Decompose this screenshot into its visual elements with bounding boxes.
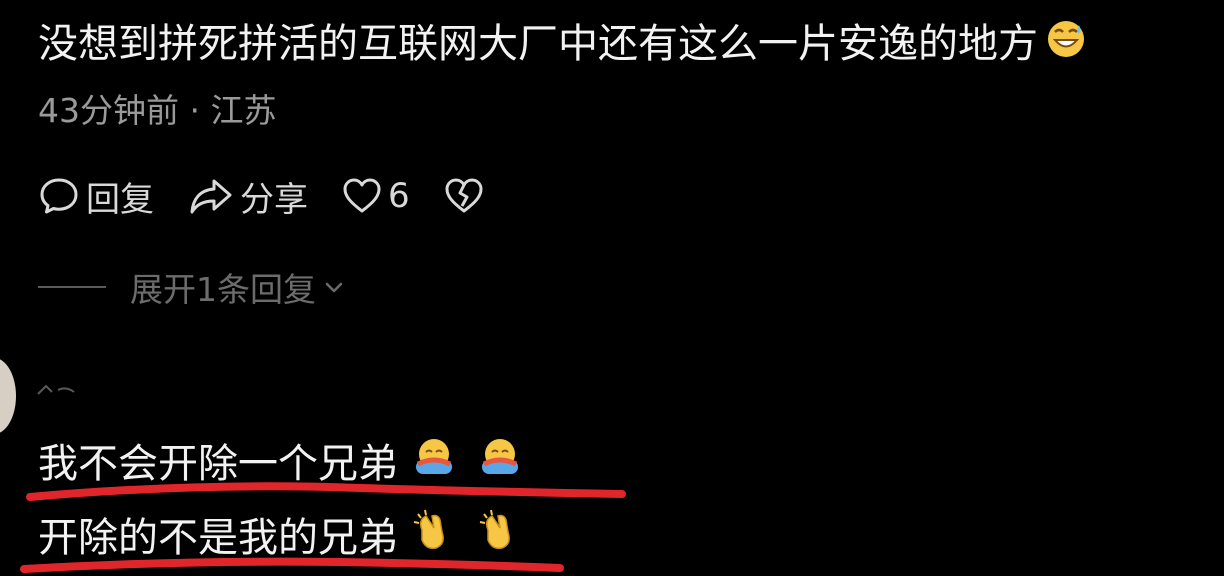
comment-text: 没想到拼死拼活的互联网大厂中还有这么一片安逸的地方 — [38, 21, 1038, 67]
comment-text-row: 没想到拼死拼活的互联网大厂中还有这么一片安逸的地方 — [38, 16, 1086, 74]
share-label: 分享 — [240, 179, 308, 220]
comment-location: 江苏 — [210, 91, 277, 130]
divider-line — [38, 286, 106, 288]
reply-text-1: 我不会开除一个兄弟 — [38, 440, 398, 487]
reply-line-2: 开除的不是我的兄弟 — [38, 508, 522, 567]
reply-text-2: 开除的不是我的兄弟 — [38, 514, 398, 561]
like-count: 6 — [388, 176, 410, 216]
like-button[interactable]: 6 — [342, 176, 410, 216]
grinning-sweat-icon — [1046, 18, 1086, 74]
clapping-hands-icon — [412, 508, 456, 567]
hugging-icon — [412, 434, 456, 493]
reply-line-1: 我不会开除一个兄弟 — [38, 434, 522, 493]
reply-label: 回复 — [86, 179, 154, 220]
username-blurred — [36, 380, 84, 400]
reply-button[interactable]: 回复 — [38, 172, 154, 221]
share-button[interactable]: 分享 — [188, 172, 308, 221]
clapping-hands-icon — [478, 508, 522, 567]
expand-replies-label: 展开1条回复 — [130, 270, 316, 309]
dislike-button[interactable] — [444, 176, 484, 216]
expand-replies-button[interactable]: 展开1条回复 — [38, 262, 346, 312]
comment-meta: 43分钟前 · 江苏 — [38, 88, 277, 134]
avatar[interactable] — [0, 358, 16, 434]
meta-separator: · — [189, 91, 201, 130]
comment-actions: 回复 分享 6 — [38, 170, 518, 222]
comment-time: 43分钟前 — [38, 91, 179, 130]
comment-bubble-icon — [38, 175, 80, 217]
heart-icon — [342, 176, 382, 216]
broken-heart-icon — [444, 176, 484, 216]
hugging-icon — [478, 434, 522, 493]
share-arrow-icon — [188, 175, 234, 217]
chevron-down-icon — [322, 268, 346, 307]
